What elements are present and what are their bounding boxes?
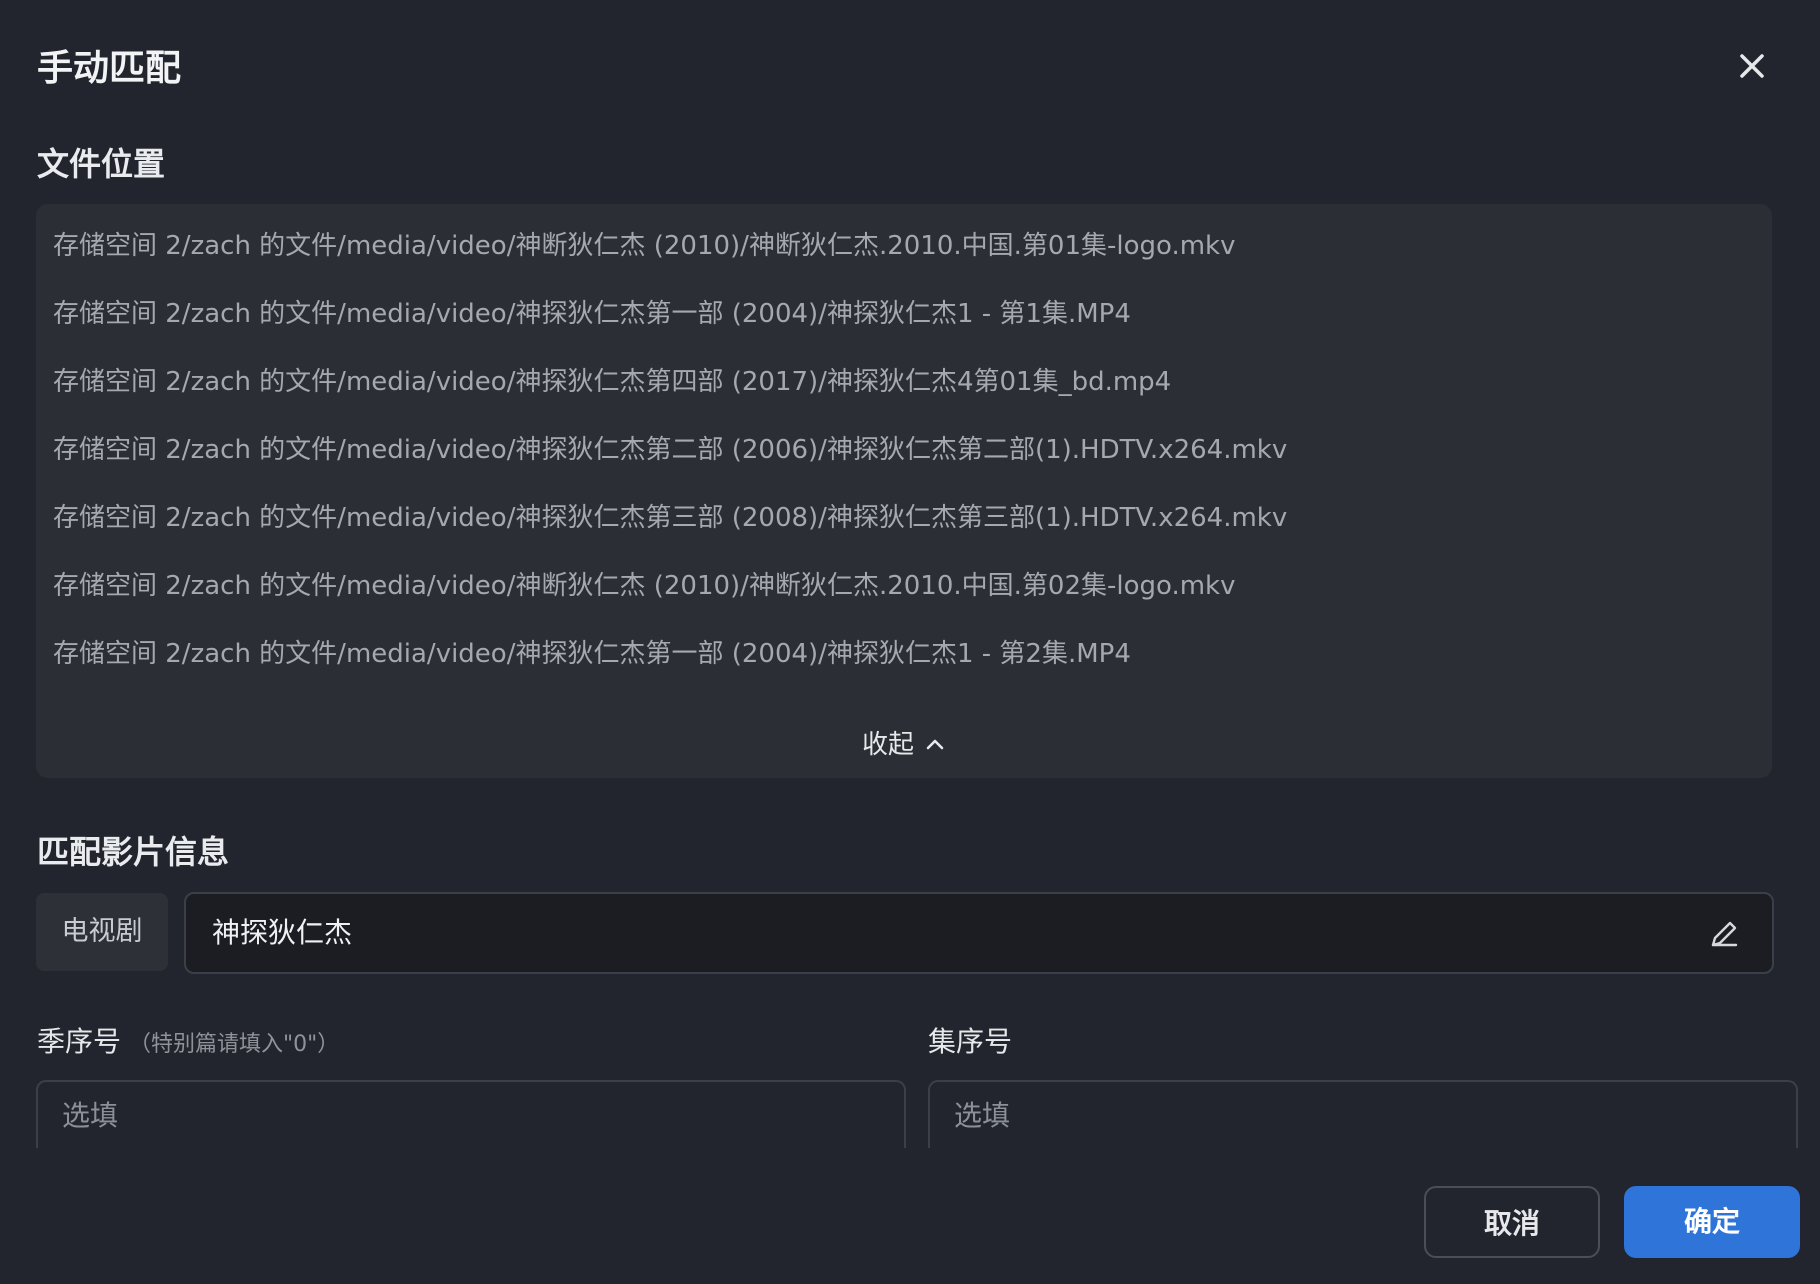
file-path-item: 存储空间 2/zach 的文件/media/video/神探狄仁杰第三部 (20… bbox=[53, 503, 1288, 533]
season-input[interactable] bbox=[36, 1080, 906, 1148]
manual-match-dialog: 手动匹配 文件位置 存储空间 2/zach 的文件/media/video/神断… bbox=[0, 0, 1820, 1284]
file-list: 存储空间 2/zach 的文件/media/video/神断狄仁杰 (2010)… bbox=[53, 220, 1755, 696]
file-path-item: 存储空间 2/zach 的文件/media/video/神断狄仁杰 (2010)… bbox=[53, 231, 1236, 261]
season-hint: （特别篇请填入"0"） bbox=[129, 1032, 340, 1057]
match-info-label: 匹配影片信息 bbox=[37, 833, 230, 871]
file-path-item: 存储空间 2/zach 的文件/media/video/神探狄仁杰第一部 (20… bbox=[53, 639, 1131, 669]
title-value: 神探狄仁杰 bbox=[212, 916, 353, 949]
file-location-label: 文件位置 bbox=[37, 145, 166, 183]
file-location-panel: 存储空间 2/zach 的文件/media/video/神断狄仁杰 (2010)… bbox=[36, 204, 1772, 778]
file-path-item: 存储空间 2/zach 的文件/media/video/神探狄仁杰第二部 (20… bbox=[53, 435, 1288, 465]
file-path-item: 存储空间 2/zach 的文件/media/video/神探狄仁杰第一部 (20… bbox=[53, 299, 1131, 329]
dialog-title: 手动匹配 bbox=[37, 48, 182, 89]
season-label-text: 季序号 bbox=[37, 1025, 122, 1058]
confirm-button[interactable]: 确定 bbox=[1624, 1186, 1800, 1258]
collapse-label: 收起 bbox=[861, 730, 914, 760]
title-field[interactable]: 神探狄仁杰 bbox=[184, 892, 1774, 974]
season-label: 季序号 （特别篇请填入"0"） bbox=[37, 1018, 339, 1069]
pencil-icon[interactable] bbox=[1706, 916, 1742, 952]
episode-input[interactable] bbox=[928, 1080, 1798, 1148]
chevron-up-icon bbox=[926, 739, 944, 749]
close-icon[interactable] bbox=[1732, 46, 1772, 86]
collapse-button[interactable]: 收起 bbox=[36, 718, 1772, 772]
file-path-item: 存储空间 2/zach 的文件/media/video/神探狄仁杰第四部 (20… bbox=[53, 367, 1172, 397]
cancel-button[interactable]: 取消 bbox=[1424, 1186, 1600, 1258]
episode-label: 集序号 bbox=[928, 1025, 1013, 1058]
media-type-selector[interactable]: 电视剧 bbox=[36, 893, 168, 971]
file-path-item: 存储空间 2/zach 的文件/media/video/神断狄仁杰 (2010)… bbox=[53, 571, 1236, 601]
